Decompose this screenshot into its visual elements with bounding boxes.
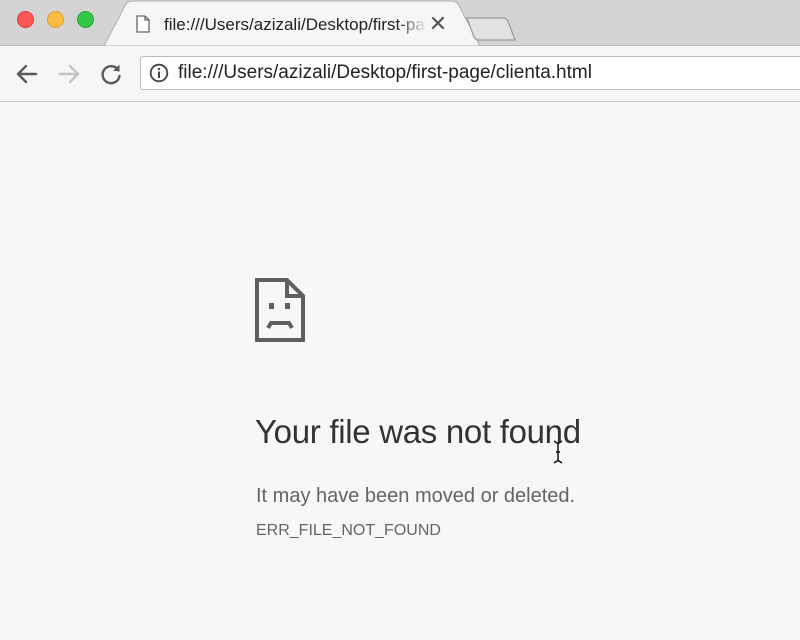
tab-title-fade <box>396 10 428 38</box>
arrow-left-icon[interactable] <box>14 61 40 87</box>
browser-window: file:///Users/azizali/Desktop/first-page… <box>0 0 800 640</box>
error-description: It may have been moved or deleted. <box>256 485 576 507</box>
error-headline: Your file was not found <box>255 413 581 450</box>
sad-file-icon <box>255 278 305 342</box>
url-text[interactable]: file:///Users/azizali/Desktop/first-page… <box>178 62 592 84</box>
toolbar: file:///Users/azizali/Desktop/first-page… <box>0 46 800 102</box>
tab-strip: file:///Users/azizali/Desktop/first-page… <box>0 0 800 46</box>
tab-title: file:///Users/azizali/Desktop/first-page… <box>164 15 426 34</box>
error-code: ERR_FILE_NOT_FOUND <box>256 522 441 539</box>
address-bar[interactable]: file:///Users/azizali/Desktop/first-page… <box>140 56 800 90</box>
reload-icon[interactable] <box>98 61 124 87</box>
new-tab-button[interactable] <box>465 16 517 42</box>
arrow-right-icon[interactable] <box>56 61 82 87</box>
document-icon <box>136 15 150 33</box>
tab-close-icon[interactable]: ✕ <box>428 13 448 35</box>
text-cursor-icon <box>553 440 563 464</box>
info-icon[interactable] <box>149 63 169 83</box>
error-page: Your file was not found It may have been… <box>0 102 800 640</box>
